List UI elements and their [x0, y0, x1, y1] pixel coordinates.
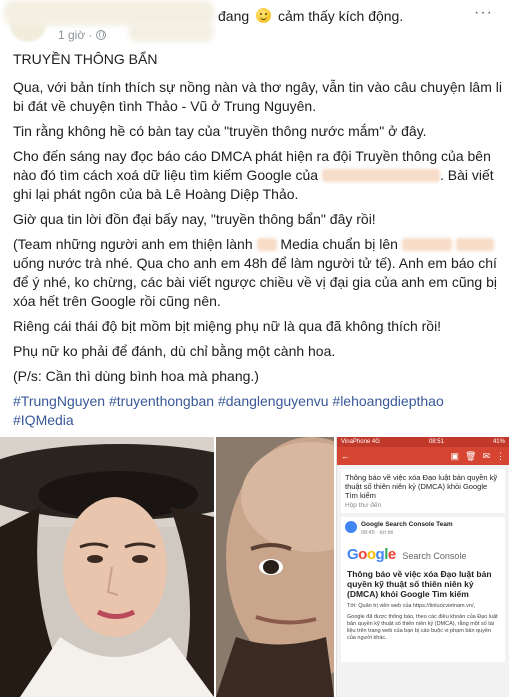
status-feeling[interactable]: cảm thấy kích động.: [278, 8, 403, 24]
mail-folder-label: Hộp thư đến: [345, 502, 382, 509]
sender-row[interactable]: Google Search Console Team 08:45 · tới t…: [341, 517, 505, 540]
redacted-text: [256, 238, 277, 251]
paragraph-5-a: (Team những người anh em thiện lành: [13, 236, 253, 252]
hashtag-link[interactable]: #IQMedia: [13, 412, 74, 428]
phone-status-bar: VinaPhone 4G 08:51 41%: [337, 437, 509, 447]
excited-emoji-icon: [256, 8, 272, 23]
redacted-text: [455, 238, 494, 251]
logo-letters: Google: [347, 546, 399, 563]
clock-label: 08:51: [428, 439, 444, 445]
mail-subject: Thông báo về việc xóa Đạo luật bản quyền…: [345, 473, 498, 500]
logo-letter: G: [347, 546, 359, 563]
logo-letter: g: [375, 546, 385, 563]
mail-content: Google Search Console Thông báo về việc …: [341, 540, 505, 662]
paragraph-3: Cho đến sáng nay đọc báo cáo DMCA phát h…: [13, 147, 503, 204]
paragraph-6: Riêng cái thái độ bịt mồm bịt miệng phụ …: [13, 318, 442, 334]
sender-recipient: tới tôi: [379, 530, 394, 536]
paragraph-4: Giờ qua tin lời đồn đại bấy nay, "truyền…: [13, 211, 376, 227]
post-title: TRUYỀN THÔNG BẨN: [13, 51, 158, 67]
post-timestamp[interactable]: 1 giờ ·: [58, 28, 106, 42]
paragraph-5-c: uống nước trà nhé. Qua cho anh em 48h để…: [13, 255, 497, 309]
redacted-name-2: [128, 22, 214, 42]
logo-letter: e: [387, 546, 396, 563]
back-arrow-icon[interactable]: ←: [341, 451, 350, 461]
delete-icon[interactable]: 🗑: [465, 451, 476, 462]
hashtag-link[interactable]: #truyenthongban: [109, 393, 214, 409]
paragraph-5: (Team những người anh em thiện lành Medi…: [13, 235, 503, 311]
mail-app-bar: ← ▣ 🗑 ✉ ⋮: [337, 447, 509, 465]
globe-icon: [95, 30, 106, 40]
sender-avatar: [345, 521, 357, 533]
archive-icon[interactable]: ▣: [451, 451, 460, 462]
logo-letter: o: [358, 546, 367, 563]
mail-icon[interactable]: ✉: [482, 451, 490, 462]
google-logo: Google Search Console: [347, 546, 499, 564]
hashtags: #TrungNguyen #truyenthongban #danglenguy…: [13, 392, 503, 430]
sender-time-value: 08:45: [361, 530, 375, 536]
post-body: TRUYỀN THÔNG BẨN Qua, với bản tính thích…: [13, 50, 503, 436]
more-menu-icon[interactable]: ⋮: [496, 451, 505, 462]
more-options-icon[interactable]: ···: [474, 4, 493, 22]
phone-screenshot[interactable]: VinaPhone 4G 08:51 41% ← ▣ 🗑 ✉ ⋮ Thông b…: [336, 437, 509, 697]
redacted-text: [401, 238, 452, 251]
timestamp-text[interactable]: 1 giờ ·: [58, 28, 93, 42]
carrier-label: VinaPhone 4G: [341, 439, 380, 445]
post-header: đang cảm thấy kích động. 1 giờ · ···: [0, 0, 509, 42]
post-media: VinaPhone 4G 08:51 41% ← ▣ 🗑 ✉ ⋮ Thông b…: [0, 437, 509, 697]
logo-letter: o: [366, 546, 376, 563]
mail-subject-card: Thông báo về việc xóa Đạo luật bản quyền…: [341, 469, 505, 513]
hashtag-link[interactable]: #TrungNguyen: [13, 393, 105, 409]
redacted-text: [321, 169, 440, 182]
paragraph-1: Qua, với bản tính thích sự nồng nàn và t…: [13, 79, 502, 114]
battery-label: 41%: [492, 439, 505, 445]
sender-name: Google Search Console Team: [361, 521, 453, 528]
mail-to-line: Tới: Quản trị viên web của https://tinlu…: [347, 603, 476, 609]
paragraph-8: (P/s: Cần thì dùng bình hoa mà phang.): [13, 368, 259, 384]
sender-time: 08:45 · tới tôi: [361, 530, 394, 536]
photo-woman[interactable]: [0, 437, 214, 697]
photo-man[interactable]: [216, 437, 334, 697]
hashtag-link[interactable]: #lehoangdiepthao: [332, 393, 443, 409]
mail-heading: Thông báo về việc xóa Đạo luật bản quyền…: [347, 569, 492, 599]
feeling-status: đang cảm thấy kích động.: [218, 8, 403, 24]
man-photo-illustration: [216, 437, 334, 697]
paragraph-2: Tin rằng không hề có bàn tay của "truyền…: [13, 123, 427, 139]
mail-body-text: Google đã được thông báo, theo các điều …: [347, 614, 498, 641]
paragraph-7: Phụ nữ ko phải để đánh, dù chỉ bằng một …: [13, 343, 336, 359]
hashtag-link[interactable]: #danglenguyenvu: [218, 393, 329, 409]
status-prefix[interactable]: đang: [218, 8, 249, 24]
product-label: Search Console: [402, 551, 467, 561]
woman-photo-illustration: [0, 437, 214, 697]
paragraph-5-b: Media chuẩn bị lên: [280, 236, 398, 252]
